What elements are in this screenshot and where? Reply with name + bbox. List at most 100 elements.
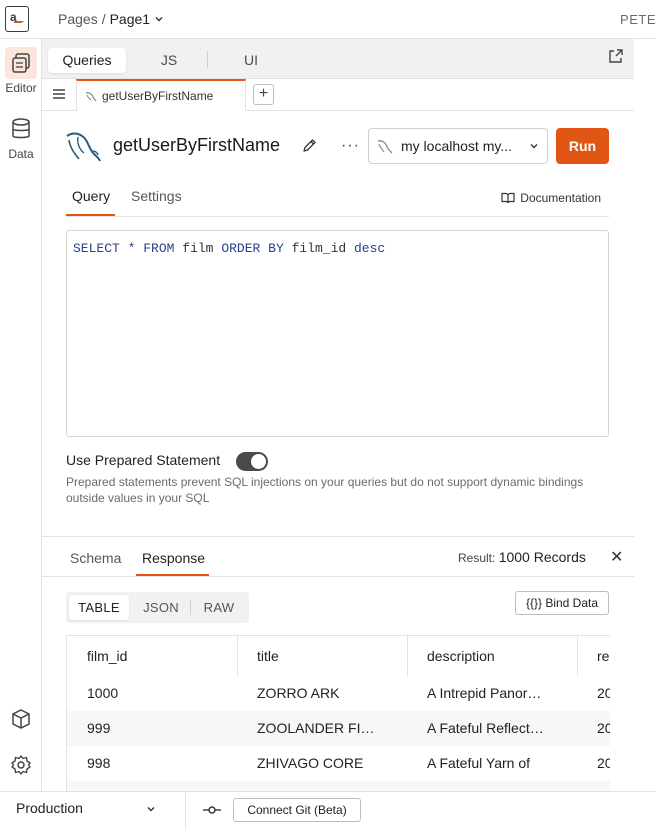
sql-editor[interactable]: SELECT * FROM film ORDER BY film_id desc: [66, 230, 609, 437]
sidebar-item-packages[interactable]: [0, 703, 42, 735]
view-json-button[interactable]: JSON: [136, 595, 186, 620]
table-row[interactable]: [67, 781, 610, 791]
sql-keyword: ORDER: [221, 241, 261, 256]
response-pane: Schema Response Result: 1000 Records ✕ T…: [42, 536, 634, 791]
git-commit-icon: [203, 806, 221, 814]
sidebar-item-data[interactable]: Data: [0, 113, 42, 161]
editor-segment-tabs: Queries JS UI: [42, 39, 634, 79]
prepared-statement-label: Use Prepared Statement: [66, 452, 221, 468]
view-raw-button[interactable]: RAW: [194, 595, 244, 620]
mysql-icon: [377, 140, 393, 154]
maximize-icon[interactable]: [608, 48, 624, 67]
breadcrumb-root[interactable]: Pages: [58, 11, 98, 27]
database-icon: [5, 113, 37, 145]
table-cell: 20: [597, 720, 610, 736]
table-cell: ZOOLANDER FICTION: [257, 720, 375, 736]
table-cell: ZORRO ARK: [257, 685, 340, 701]
tab-schema[interactable]: Schema: [70, 550, 121, 566]
user-name[interactable]: PETE: [620, 12, 656, 27]
environment-select[interactable]: Production: [16, 800, 83, 816]
file-tab-bar: getUserByFirstName +: [42, 79, 634, 111]
toggle-knob: [251, 454, 266, 469]
breadcrumb: Pages / Page1: [58, 11, 164, 27]
divider: [185, 792, 186, 829]
open-file-tab[interactable]: getUserByFirstName: [76, 79, 246, 111]
sql-keyword: BY: [268, 241, 284, 256]
documentation-link[interactable]: Documentation: [501, 191, 601, 205]
result-label: Result:: [458, 551, 496, 565]
active-tab-indicator: [66, 214, 115, 216]
list-toggle-icon[interactable]: [52, 87, 66, 104]
sql-keyword: SELECT: [73, 241, 120, 256]
response-table: film_id title description re 1000 ZORRO …: [66, 635, 610, 791]
result-summary: Result: 1000 Records: [458, 549, 586, 565]
left-sidebar: Editor Data: [0, 39, 42, 791]
sql-operator: *: [127, 241, 136, 256]
table-cell: A Fateful Reflection: [427, 720, 545, 736]
column-separator[interactable]: [237, 636, 238, 676]
prepared-statement-description: Prepared statements prevent SQL injectio…: [66, 475, 584, 505]
tab-settings[interactable]: Settings: [131, 188, 182, 204]
table-row[interactable]: 998 ZHIVAGO CORE A Fateful Yarn of 20: [67, 746, 610, 781]
sidebar-item-label: Data: [8, 147, 34, 161]
column-header[interactable]: film_id: [87, 636, 227, 676]
pencil-icon[interactable]: [302, 138, 317, 156]
column-separator[interactable]: [577, 636, 578, 676]
bind-data-button[interactable]: {{}} Bind Data: [515, 591, 609, 615]
chevron-down-icon[interactable]: [146, 804, 156, 814]
run-button[interactable]: Run: [556, 128, 609, 164]
table-cell: ZHIVAGO CORE: [257, 755, 364, 771]
datasource-select[interactable]: my localhost my...: [368, 128, 548, 164]
close-icon[interactable]: ✕: [610, 547, 623, 567]
add-tab-button[interactable]: +: [253, 84, 274, 105]
column-header[interactable]: description: [427, 636, 567, 676]
tab-queries[interactable]: Queries: [48, 48, 126, 73]
file-tab-label: getUserByFirstName: [102, 89, 214, 103]
cube-icon: [5, 703, 37, 735]
chevron-down-icon[interactable]: [154, 14, 164, 24]
prepared-statement-toggle[interactable]: [236, 452, 268, 471]
top-bar: a_ Pages / Page1 PETE: [0, 0, 656, 39]
query-title[interactable]: getUserByFirstName: [113, 135, 280, 156]
tab-ui[interactable]: UI: [232, 48, 270, 73]
tab-query[interactable]: Query: [72, 188, 110, 204]
table-row[interactable]: 999 ZOOLANDER FICTION A Fateful Reflecti…: [67, 711, 610, 746]
logo-accent: [14, 21, 22, 23]
more-options-icon[interactable]: ···: [341, 137, 360, 155]
breadcrumb-separator: /: [101, 11, 106, 27]
table-cell: A Fateful Yarn of: [427, 755, 530, 771]
table-cell: 1000: [87, 685, 119, 701]
column-header[interactable]: re: [597, 636, 610, 676]
breadcrumb-page[interactable]: Page1: [110, 11, 150, 27]
sql-identifier: film: [182, 241, 214, 256]
divider: [207, 51, 208, 68]
table-row[interactable]: 1000 ZORRO ARK A Intrepid Panorama 20: [67, 676, 610, 711]
column-header[interactable]: title: [257, 636, 397, 676]
sql-keyword: FROM: [143, 241, 175, 256]
bottom-bar: Production Connect Git (Beta): [0, 791, 656, 829]
gear-icon: [5, 749, 37, 781]
sidebar-item-settings[interactable]: [0, 749, 42, 781]
divider: [42, 576, 634, 577]
tab-js[interactable]: JS: [150, 48, 188, 73]
sidebar-item-editor[interactable]: Editor: [0, 47, 42, 95]
sidebar-item-label: Editor: [5, 81, 37, 95]
table-cell: 20: [597, 755, 610, 771]
table-header-row: film_id title description re: [67, 636, 610, 676]
query-tabs: Query Settings Documentation: [66, 182, 609, 217]
mysql-logo-icon: [64, 128, 102, 167]
response-view-switch: TABLE JSON RAW: [66, 592, 249, 623]
tab-response[interactable]: Response: [142, 550, 205, 566]
datasource-name: my localhost my...: [401, 138, 512, 154]
editor-icon: [5, 47, 37, 79]
column-separator[interactable]: [407, 636, 408, 676]
result-count: 1000 Records: [498, 549, 586, 565]
book-icon: [501, 192, 515, 204]
view-table-button[interactable]: TABLE: [69, 595, 129, 620]
table-cell: 998: [87, 755, 111, 771]
app-logo[interactable]: a_: [5, 6, 29, 32]
divider: [190, 600, 191, 615]
table-cell: 20: [597, 685, 610, 701]
connect-git-button[interactable]: Connect Git (Beta): [233, 798, 361, 822]
documentation-label: Documentation: [520, 191, 601, 205]
